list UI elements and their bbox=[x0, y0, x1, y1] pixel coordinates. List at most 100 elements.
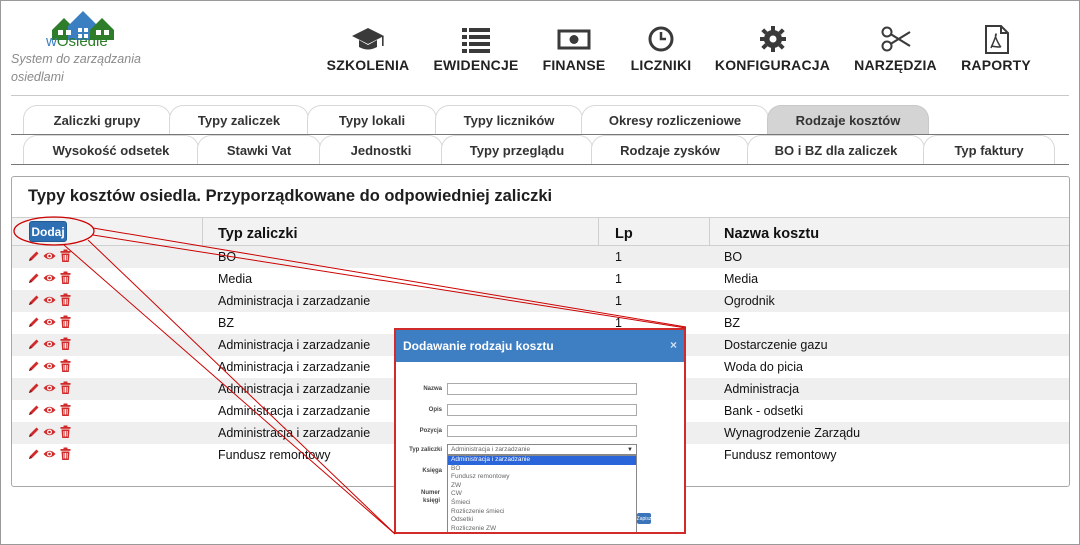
cell-nazwa-kosztu: Media bbox=[724, 272, 759, 286]
edit-pencil-icon[interactable] bbox=[27, 249, 40, 263]
tab-rodzaje-kosztow[interactable]: Rodzaje kosztów bbox=[767, 105, 929, 135]
edit-pencil-icon[interactable] bbox=[27, 337, 40, 351]
edit-pencil-icon[interactable] bbox=[27, 271, 40, 285]
select-option[interactable]: Fundusz remontowy bbox=[448, 473, 636, 482]
delete-trash-icon[interactable] bbox=[59, 315, 72, 329]
delete-trash-icon[interactable] bbox=[59, 293, 72, 307]
nazwa-input[interactable] bbox=[447, 383, 637, 395]
view-eye-icon[interactable] bbox=[43, 271, 56, 285]
label-typ-zaliczki: Typ zaliczki bbox=[409, 447, 442, 453]
add-button[interactable]: Dodaj bbox=[29, 221, 67, 242]
cell-nazwa-kosztu: Woda do picia bbox=[724, 360, 803, 374]
panel-title: Typy kosztów osiedla. Przyporządkowane d… bbox=[28, 187, 553, 205]
edit-pencil-icon[interactable] bbox=[27, 425, 40, 439]
nav-finanse[interactable]: FINANSE bbox=[543, 24, 605, 73]
delete-trash-icon[interactable] bbox=[59, 271, 72, 285]
cell-typ-zaliczki: BO bbox=[218, 250, 237, 264]
tab-zaliczki-grupy[interactable]: Zaliczki grupy bbox=[23, 105, 171, 135]
nav-ewidencje[interactable]: EWIDENCJE bbox=[433, 24, 518, 73]
table-row: Media 1 Media bbox=[12, 268, 1069, 290]
cell-typ-zaliczki: Administracja i zarzadzanie bbox=[218, 426, 371, 440]
select-option[interactable]: Rozliczenie śmieci bbox=[448, 508, 636, 517]
tab-okresy-rozliczeniowe[interactable]: Okresy rozliczeniowe bbox=[581, 105, 769, 135]
typ-zaliczki-select[interactable]: Administracja i zarzadzanie ▼ bbox=[447, 444, 637, 455]
logo-text: wOsiedle bbox=[46, 33, 108, 50]
cell-typ-zaliczki: Administracja i zarzadzanie bbox=[218, 338, 371, 352]
edit-pencil-icon[interactable] bbox=[27, 447, 40, 461]
delete-trash-icon[interactable] bbox=[59, 381, 72, 395]
select-option[interactable]: ZW bbox=[448, 482, 636, 491]
cell-lp: 1 bbox=[615, 250, 622, 264]
delete-trash-icon[interactable] bbox=[59, 447, 72, 461]
column-separator bbox=[598, 218, 599, 247]
cell-typ-zaliczki: Media bbox=[218, 272, 253, 286]
clock-icon bbox=[648, 26, 674, 52]
select-option[interactable]: Odsetki bbox=[448, 516, 636, 525]
view-eye-icon[interactable] bbox=[43, 249, 56, 263]
edit-pencil-icon[interactable] bbox=[27, 381, 40, 395]
tab-wysokosc-odsetek[interactable]: Wysokość odsetek bbox=[23, 135, 199, 165]
tagline: System do zarządzania osiedlami bbox=[11, 52, 141, 84]
nav-szkolenia[interactable]: SZKOLENIA bbox=[326, 24, 410, 73]
pozycja-input[interactable] bbox=[447, 425, 637, 437]
tab-bo-bz-dla-zaliczek[interactable]: BO i BZ dla zaliczek bbox=[747, 135, 925, 165]
view-eye-icon[interactable] bbox=[43, 359, 56, 373]
save-button[interactable]: Zapisz bbox=[637, 513, 651, 524]
edit-pencil-icon[interactable] bbox=[27, 359, 40, 373]
cell-typ-zaliczki: BZ bbox=[218, 316, 234, 330]
label-nazwa: Nazwa bbox=[423, 386, 442, 392]
view-eye-icon[interactable] bbox=[43, 425, 56, 439]
nav-narzedzia[interactable]: NARZĘDZIA bbox=[854, 24, 937, 73]
delete-trash-icon[interactable] bbox=[59, 425, 72, 439]
tab-stawki-vat[interactable]: Stawki Vat bbox=[197, 135, 321, 165]
select-option[interactable]: Śmieci bbox=[448, 499, 636, 508]
gear-icon bbox=[759, 26, 786, 52]
view-eye-icon[interactable] bbox=[43, 337, 56, 351]
tabs-row-2: Wysokość odsetek Stawki Vat Jednostki Ty… bbox=[11, 135, 1069, 165]
label-ksiega: Księga bbox=[422, 468, 442, 474]
tab-typy-licznikow[interactable]: Typy liczników bbox=[435, 105, 583, 135]
column-header-lp[interactable]: Lp bbox=[615, 226, 633, 242]
view-eye-icon[interactable] bbox=[43, 403, 56, 417]
tab-jednostki[interactable]: Jednostki bbox=[319, 135, 443, 165]
delete-trash-icon[interactable] bbox=[59, 359, 72, 373]
view-eye-icon[interactable] bbox=[43, 447, 56, 461]
nav-konfiguracja[interactable]: KONFIGURACJA bbox=[715, 24, 830, 73]
select-option[interactable]: Administracja i zarzadzanie bbox=[448, 456, 636, 465]
row-actions bbox=[27, 293, 72, 307]
cell-nazwa-kosztu: Bank - odsetki bbox=[724, 404, 804, 418]
select-option[interactable]: CW bbox=[448, 490, 636, 499]
nav-liczniki[interactable]: LICZNIKI bbox=[631, 24, 691, 73]
nav-raporty[interactable]: RAPORTY bbox=[961, 24, 1031, 73]
cell-typ-zaliczki: Administracja i zarzadzanie bbox=[218, 294, 371, 308]
cell-nazwa-kosztu: BZ bbox=[724, 316, 740, 330]
modal-title: Dodawanie rodzaju kosztu bbox=[403, 339, 554, 353]
view-eye-icon[interactable] bbox=[43, 381, 56, 395]
select-value: Administracja i zarzadzanie bbox=[451, 446, 531, 453]
cell-typ-zaliczki: Administracja i zarzadzanie bbox=[218, 404, 371, 418]
edit-pencil-icon[interactable] bbox=[27, 293, 40, 307]
select-option[interactable]: BO bbox=[448, 465, 636, 474]
tab-rodzaje-zyskow[interactable]: Rodzaje zysków bbox=[591, 135, 749, 165]
delete-trash-icon[interactable] bbox=[59, 337, 72, 351]
select-option[interactable]: Rozliczenie ZW bbox=[448, 525, 636, 532]
tab-typy-lokali[interactable]: Typy lokali bbox=[307, 105, 437, 135]
cell-lp: 1 bbox=[615, 272, 622, 286]
edit-pencil-icon[interactable] bbox=[27, 315, 40, 329]
edit-pencil-icon[interactable] bbox=[27, 403, 40, 417]
list-icon bbox=[462, 28, 490, 53]
row-actions bbox=[27, 447, 72, 461]
view-eye-icon[interactable] bbox=[43, 293, 56, 307]
close-icon[interactable]: × bbox=[670, 338, 677, 352]
tab-typ-faktury[interactable]: Typ faktury bbox=[923, 135, 1055, 165]
delete-trash-icon[interactable] bbox=[59, 249, 72, 263]
opis-input[interactable] bbox=[447, 404, 637, 416]
column-header-typ-zaliczki[interactable]: Typ zaliczki bbox=[218, 226, 298, 242]
view-eye-icon[interactable] bbox=[43, 315, 56, 329]
tab-typy-zaliczek[interactable]: Typy zaliczek bbox=[169, 105, 309, 135]
column-header-nazwa-kosztu[interactable]: Nazwa kosztu bbox=[724, 226, 819, 242]
delete-trash-icon[interactable] bbox=[59, 403, 72, 417]
tab-typy-przegladu[interactable]: Typy przeglądu bbox=[441, 135, 593, 165]
add-cost-type-modal: Dodawanie rodzaju kosztu × Nazwa Opis Po… bbox=[394, 328, 686, 534]
nav-label: SZKOLENIA bbox=[326, 57, 410, 73]
